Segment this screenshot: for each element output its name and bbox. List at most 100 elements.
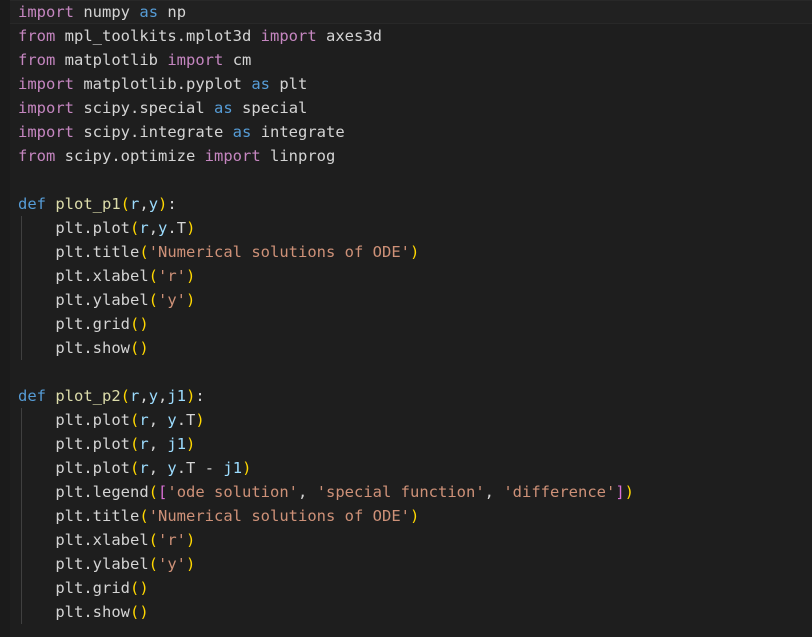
code-token: import: [18, 123, 74, 141]
code-token: cm: [233, 51, 252, 69]
code-token: plot_p2: [55, 387, 120, 405]
code-token: plt: [55, 531, 83, 549]
code-token: ,: [485, 483, 504, 501]
code-token: np: [167, 3, 186, 21]
indent-space: [18, 291, 55, 309]
code-token: numpy: [83, 3, 130, 21]
code-token: T: [186, 459, 195, 477]
code-line[interactable]: plt.xlabel('r'): [0, 264, 812, 288]
code-line[interactable]: def plot_p2(r,y,j1):: [0, 384, 812, 408]
code-token: .: [167, 219, 176, 237]
code-token: import: [18, 99, 74, 117]
code-token: 'r': [158, 531, 186, 549]
code-token: plt: [55, 339, 83, 357]
code-line[interactable]: [0, 168, 812, 192]
code-token: .: [83, 315, 92, 333]
code-line[interactable]: from scipy.optimize import linprog: [0, 144, 812, 168]
code-token: .: [83, 267, 92, 285]
code-token: plt: [55, 459, 83, 477]
code-token: 'Numerical solutions of ODE': [149, 243, 410, 261]
code-token: T: [177, 219, 186, 237]
code-line[interactable]: plt.grid(): [0, 576, 812, 600]
code-line[interactable]: plt.grid(): [0, 312, 812, 336]
code-line[interactable]: plt.plot(r, y.T - j1): [0, 456, 812, 480]
code-token: as: [139, 3, 158, 21]
code-token: 'y': [158, 555, 186, 573]
code-token: import: [205, 147, 261, 165]
code-token: plt: [55, 315, 83, 333]
code-token: ,: [139, 195, 148, 213]
code-line[interactable]: import scipy.special as special: [0, 96, 812, 120]
code-token: [251, 123, 260, 141]
code-token: ylabel: [93, 555, 149, 573]
code-content[interactable]: import numpy as npfrom mpl_toolkits.mplo…: [0, 0, 812, 624]
code-line[interactable]: from mpl_toolkits.mplot3d import axes3d: [0, 24, 812, 48]
code-token: r: [139, 459, 148, 477]
code-line[interactable]: plt.ylabel('y'): [0, 288, 812, 312]
code-token: [55, 27, 64, 45]
code-token: as: [214, 99, 233, 117]
code-token: [: [158, 483, 167, 501]
code-line[interactable]: plt.legend(['ode solution', 'special fun…: [0, 480, 812, 504]
code-token: xlabel: [93, 267, 149, 285]
code-line[interactable]: plt.title('Numerical solutions of ODE'): [0, 504, 812, 528]
code-token: as: [251, 75, 270, 93]
code-token: import: [18, 3, 74, 21]
code-token: y: [167, 459, 176, 477]
code-token: .: [83, 555, 92, 573]
code-token: j1: [167, 387, 186, 405]
code-token: scipy.integrate: [83, 123, 223, 141]
code-token: axes3d: [326, 27, 382, 45]
code-line[interactable]: plt.xlabel('r'): [0, 528, 812, 552]
code-token: (: [130, 459, 139, 477]
code-token: as: [233, 123, 252, 141]
indent-space: [18, 459, 55, 477]
code-line[interactable]: plt.plot(r, y.T): [0, 408, 812, 432]
indent-space: [18, 507, 55, 525]
code-line[interactable]: plt.ylabel('y'): [0, 552, 812, 576]
code-token: .: [83, 459, 92, 477]
code-line[interactable]: plt.title('Numerical solutions of ODE'): [0, 240, 812, 264]
code-token: 'y': [158, 291, 186, 309]
code-line[interactable]: plt.show(): [0, 600, 812, 624]
code-editor[interactable]: import numpy as npfrom mpl_toolkits.mplo…: [0, 0, 812, 637]
code-token: [233, 99, 242, 117]
code-token: (): [130, 579, 149, 597]
code-token: [158, 3, 167, 21]
code-line[interactable]: plt.plot(r, j1): [0, 432, 812, 456]
code-token: (: [149, 531, 158, 549]
code-token: .: [83, 243, 92, 261]
code-token: ,: [298, 483, 317, 501]
code-token: .: [83, 531, 92, 549]
code-token: 'Numerical solutions of ODE': [149, 507, 410, 525]
code-token: linprog: [270, 147, 335, 165]
code-line[interactable]: [0, 360, 812, 384]
code-token: ): [410, 243, 419, 261]
code-token: r: [139, 219, 148, 237]
code-line[interactable]: plt.plot(r,y.T): [0, 216, 812, 240]
code-token: ): [186, 435, 195, 453]
code-token: 'difference': [503, 483, 615, 501]
code-token: 'ode solution': [167, 483, 298, 501]
code-token: r: [139, 435, 148, 453]
code-line[interactable]: def plot_p1(r,y):: [0, 192, 812, 216]
code-token: ): [186, 387, 195, 405]
code-token: ): [158, 195, 167, 213]
code-line[interactable]: plt.show(): [0, 336, 812, 360]
code-line[interactable]: import numpy as np: [0, 0, 812, 24]
code-token: grid: [93, 579, 130, 597]
code-token: [55, 147, 64, 165]
code-token: (: [149, 555, 158, 573]
code-line[interactable]: import scipy.integrate as integrate: [0, 120, 812, 144]
code-token: .: [83, 507, 92, 525]
code-token: scipy.special: [83, 99, 204, 117]
code-token: [223, 123, 232, 141]
code-token: ): [186, 291, 195, 309]
code-line[interactable]: import matplotlib.pyplot as plt: [0, 72, 812, 96]
indent-space: [18, 435, 55, 453]
code-token: ]: [615, 483, 624, 501]
indent-space: [18, 555, 55, 573]
code-line[interactable]: from matplotlib import cm: [0, 48, 812, 72]
code-token: integrate: [261, 123, 345, 141]
indent-space: [18, 603, 55, 621]
